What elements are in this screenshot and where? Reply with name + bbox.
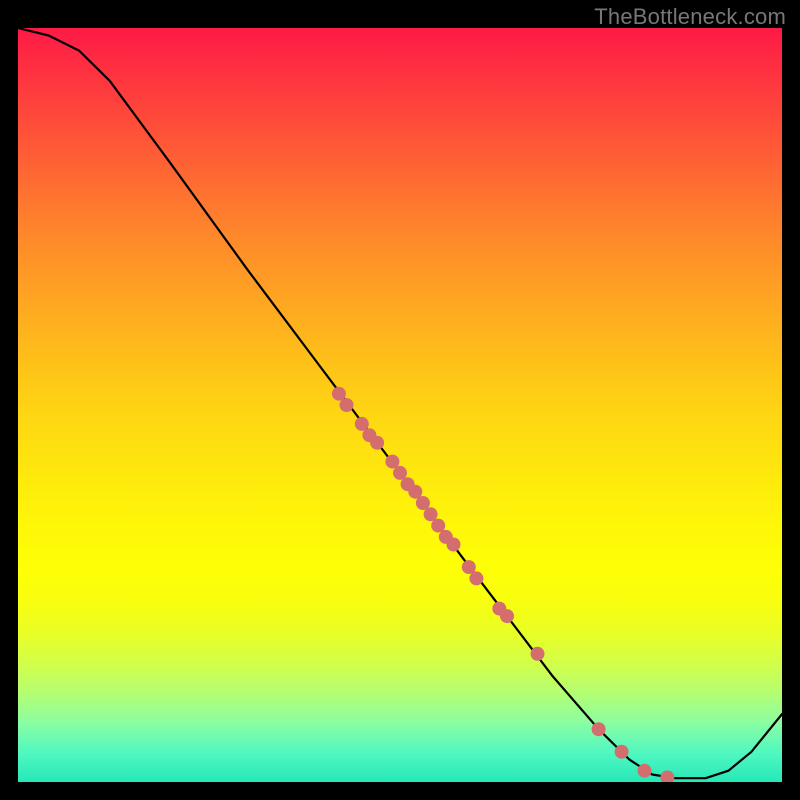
bottleneck-curve <box>18 28 782 778</box>
data-points-group <box>332 387 675 782</box>
data-point <box>531 647 545 661</box>
data-point <box>638 764 652 778</box>
data-point <box>370 436 384 450</box>
data-point <box>592 722 606 736</box>
data-point <box>447 538 461 552</box>
chart-frame: TheBottleneck.com <box>0 0 800 800</box>
plot-area <box>18 28 782 782</box>
watermark-text: TheBottleneck.com <box>594 4 786 30</box>
data-point <box>615 745 629 759</box>
data-point <box>340 398 354 412</box>
data-point <box>469 571 483 585</box>
chart-svg <box>18 28 782 782</box>
data-point <box>500 609 514 623</box>
data-point <box>660 771 674 783</box>
